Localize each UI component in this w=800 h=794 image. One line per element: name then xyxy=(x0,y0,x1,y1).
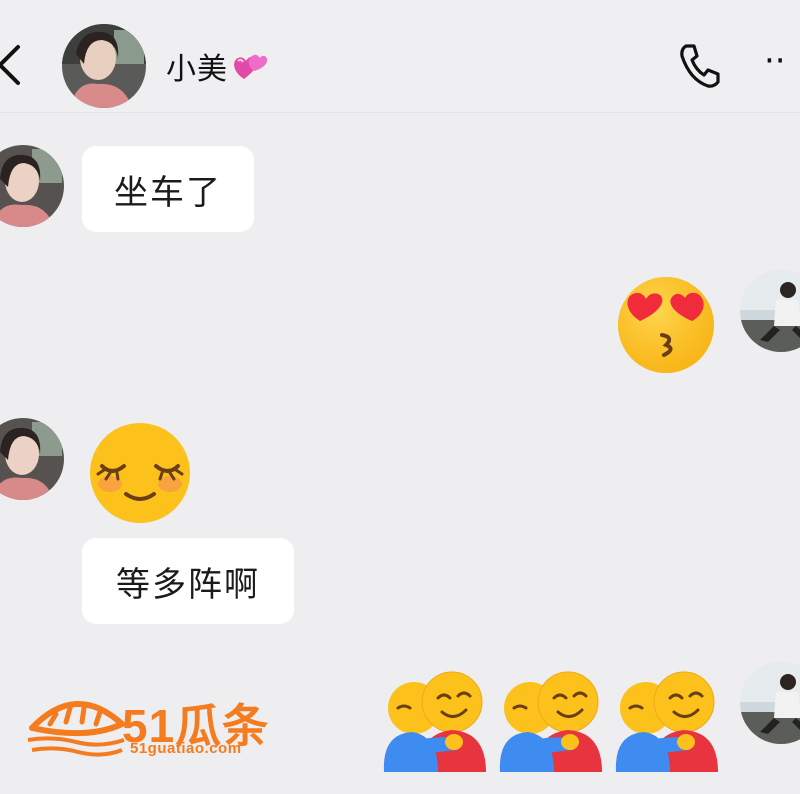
contact-name: 小美 xyxy=(166,44,268,88)
watermark: 51瓜条 51guatiao.com xyxy=(26,688,276,768)
contact-message-avatar[interactable] xyxy=(0,145,64,227)
message-text: 等多阵啊 xyxy=(116,564,260,605)
chevron-left-icon xyxy=(0,45,20,85)
phone-icon xyxy=(680,44,720,88)
kissing-heart-eyes-emoji[interactable] xyxy=(610,275,720,375)
contact-message-avatar[interactable] xyxy=(0,418,64,500)
more-dots-icon: ·· xyxy=(764,41,786,81)
contact-name-text: 小美 xyxy=(166,52,228,87)
message-bubble[interactable]: 等多阵啊 xyxy=(82,538,294,624)
two-hearts-icon xyxy=(230,49,268,83)
message-bubble[interactable]: 坐车了 xyxy=(82,146,254,232)
my-message-avatar[interactable] xyxy=(740,270,800,352)
chat-screen: 小美 ·· 坐车了 等多阵啊 51瓜条 51guatiao.com xyxy=(0,0,800,794)
voice-call-button[interactable] xyxy=(676,40,724,90)
message-text: 坐车了 xyxy=(114,172,222,213)
hugging-face-emoji[interactable] xyxy=(498,664,608,772)
chat-header: 小美 ·· xyxy=(0,0,800,113)
relieved-smile-emoji[interactable] xyxy=(84,422,196,524)
hugging-face-emoji[interactable] xyxy=(382,664,492,772)
contact-avatar[interactable] xyxy=(62,24,146,108)
watermelon-logo-icon xyxy=(27,701,125,757)
hugging-face-emoji[interactable] xyxy=(614,664,724,772)
back-button[interactable] xyxy=(0,40,24,90)
more-options-button[interactable]: ·· xyxy=(764,44,800,78)
my-message-avatar[interactable] xyxy=(740,662,800,744)
watermark-url: 51guatiao.com xyxy=(130,740,242,757)
